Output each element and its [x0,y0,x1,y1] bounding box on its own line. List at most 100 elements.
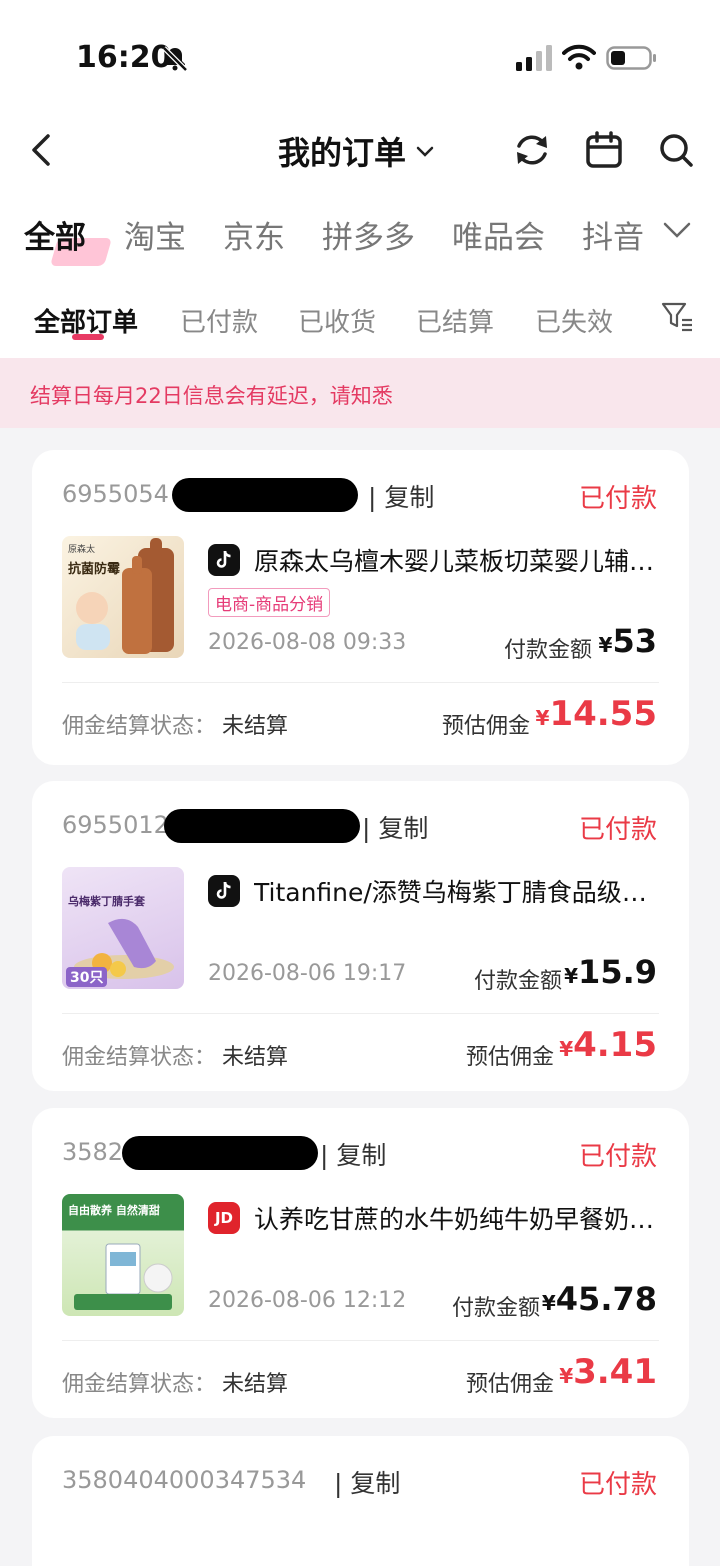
estimated-commission-label: 预估佣金 [466,1372,555,1397]
tab-vipshop[interactable]: 唯品会 [452,212,545,257]
commission-status: 未结算 [222,1372,289,1397]
page-title: 我的订单 [278,134,407,172]
settlement-notice: 结算日每月22日信息会有延迟，请知悉 [0,358,720,428]
pay-amount-label: 付款金额 [504,638,593,663]
copy-label: 复制 [350,1469,401,1498]
commission-status-label: 佣金结算状态： [62,1045,217,1070]
order-number: 3580404000347534 [62,1466,307,1494]
tab-received[interactable]: 已收货 [298,302,376,339]
redaction-mark [122,1136,318,1170]
battery-icon [606,46,656,70]
chevron-down-icon [416,146,434,157]
calendar-icon[interactable] [584,130,624,170]
currency-symbol: ¥ [559,1037,574,1061]
pay-amount: ¥53 [599,622,657,660]
expand-tabs-icon[interactable] [662,220,692,240]
currency-symbol: ¥ [598,633,613,657]
douyin-icon [208,544,240,576]
order-card[interactable]: 3582 | 复制 已付款 自由散养 自然清甜 JD 认养吃甘蔗的水牛奶纯牛奶早… [32,1108,689,1418]
currency-symbol: ¥ [541,1291,556,1315]
order-number: 6955054 [62,480,169,508]
status-bar: 16:20 [0,0,720,110]
douyin-icon [208,875,240,907]
order-status-tabs: 全部订单 已付款 已收货 已结算 已失效 [0,276,720,360]
wifi-icon [562,44,596,70]
order-status: 已付款 [578,815,657,845]
tab-taobao[interactable]: 淘宝 [124,212,186,257]
tab-douyin[interactable]: 抖音 [582,212,644,257]
product-thumbnail[interactable]: 乌梅紫丁腈手套 30只 [62,867,184,989]
order-number: 3582 [62,1138,124,1166]
notice-text: 结算日每月22日信息会有延迟，请知悉 [30,384,393,408]
copy-label: 复制 [336,1141,387,1170]
copy-button[interactable]: | 复制 [334,1464,400,1500]
product-name: 原森太乌檀木婴儿菜板切菜婴儿辅食砧板 [254,547,664,576]
jd-icon: JD [208,1202,240,1234]
refresh-icon[interactable] [512,130,552,170]
nav-bar: 我的订单 [0,110,720,194]
redaction-mark [164,809,360,843]
thumb-headline: 自由散养 自然清甜 [68,1204,160,1217]
commission-status-label: 佣金结算状态： [62,714,217,739]
order-status: 已付款 [578,484,657,514]
pay-amount: ¥45.78 [542,1280,657,1318]
divider [62,1340,659,1341]
product-name: Titanfine/添赞乌梅紫丁腈食品级手套 [254,878,664,907]
tab-jd[interactable]: 京东 [223,212,285,257]
thumb-count: 30只 [66,967,108,987]
tab-invalid[interactable]: 已失效 [535,302,613,339]
copy-label: 复制 [384,483,435,512]
order-card[interactable]: 6955012 | 复制 已付款 乌梅紫丁腈手套 30只 Titanfine/添… [32,781,689,1091]
order-time: 2026-08-08 09:33 [208,630,407,655]
tab-paid[interactable]: 已付款 [180,302,258,339]
commission-value: 14.55 [549,694,657,734]
pay-amount-label: 付款金额 [452,1296,541,1321]
currency-symbol: ¥ [535,706,550,730]
pay-value: 45.78 [555,1280,657,1318]
copy-button[interactable]: | 复制 [320,1136,386,1172]
divider [62,682,659,683]
thumb-headline: 乌梅紫丁腈手套 [68,895,145,908]
estimated-commission: ¥4.15 [559,1025,657,1065]
product-name: 认养吃甘蔗的水牛奶纯牛奶早餐奶整箱 [254,1205,664,1234]
active-subtab-underline [72,334,104,340]
copy-button[interactable]: | 复制 [368,478,434,514]
filter-icon[interactable] [660,300,694,334]
commission-value: 4.15 [573,1025,657,1065]
estimated-commission-label: 预估佣金 [442,714,531,739]
platform-tabs: 全部 淘宝 京东 拼多多 唯品会 抖音 [0,194,720,276]
order-time: 2026-08-06 12:12 [208,1288,407,1313]
thumb-headline: 抗菌防霉 [68,562,121,577]
pay-amount-label: 付款金额 [474,969,563,994]
commission-status: 未结算 [222,714,289,739]
pay-value: 15.9 [578,953,657,991]
copy-button[interactable]: | 复制 [362,809,428,845]
estimated-commission: ¥3.41 [559,1352,657,1392]
product-thumbnail[interactable]: 自由散养 自然清甜 [62,1194,184,1316]
page-title-dropdown[interactable]: 我的订单 [278,128,436,174]
estimated-commission-label: 预估佣金 [466,1045,555,1070]
thumb-brand: 原森太 [68,545,96,555]
estimated-commission: ¥14.55 [536,694,657,734]
order-status: 已付款 [578,1470,657,1500]
copy-label: 复制 [378,814,429,843]
order-status: 已付款 [578,1142,657,1172]
order-time: 2026-08-06 19:17 [208,961,407,986]
signal-icon [516,45,552,71]
back-icon[interactable] [26,132,58,168]
tab-pinduoduo[interactable]: 拼多多 [322,212,415,257]
product-thumbnail[interactable]: 原森太 抗菌防霉 [62,536,184,658]
currency-symbol: ¥ [564,964,579,988]
commission-status: 未结算 [222,1045,289,1070]
order-card[interactable]: 3580404000347534 | 复制 已付款 [32,1436,689,1566]
pay-value: 53 [612,622,657,660]
pay-amount: ¥15.9 [564,953,657,991]
tab-settled[interactable]: 已结算 [416,302,494,339]
currency-symbol: ¥ [559,1364,574,1388]
commission-status-label: 佣金结算状态： [62,1372,217,1397]
commission-value: 3.41 [573,1352,657,1392]
order-card[interactable]: 6955054 | 复制 已付款 原森太 抗菌防霉 原森太乌檀木婴儿菜板切菜婴儿… [32,450,689,765]
search-icon[interactable] [656,130,696,170]
divider [62,1013,659,1014]
tab-all-platforms[interactable]: 全部 [24,212,86,257]
